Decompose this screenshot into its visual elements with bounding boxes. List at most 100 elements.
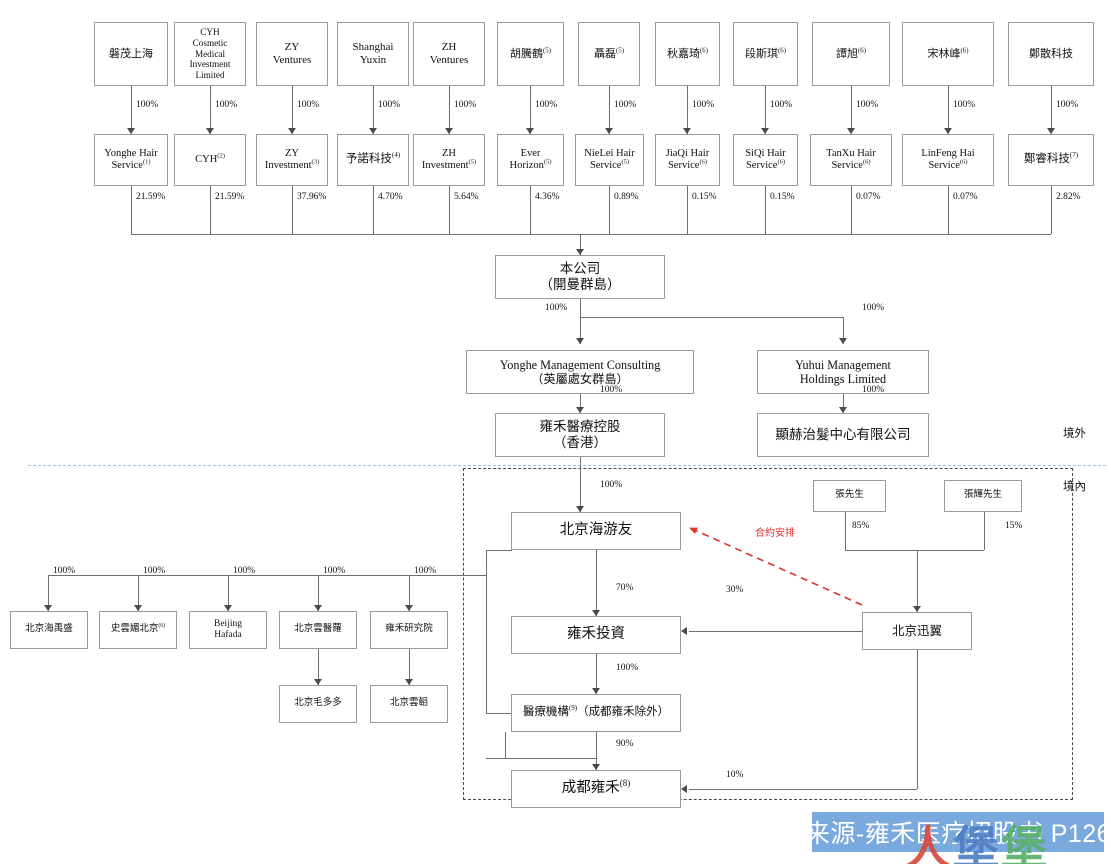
connector-line: [530, 186, 531, 234]
entity-line: Ventures: [272, 54, 312, 66]
entity-box-yonghe-hair-service[interactable]: Yonghe Hair Service(1): [94, 134, 168, 186]
ownership-pct: 2.82%: [1056, 192, 1081, 202]
entity-line: 秋嘉琦: [667, 47, 701, 60]
entity-box-yonghe-management-consulting[interactable]: Yonghe Management Consulting （英屬處女群島）: [466, 350, 694, 394]
entity-line: Investment: [264, 160, 312, 171]
entity-label: 胡騰鶴(5): [500, 47, 561, 61]
entity-box-mr-zhanghui[interactable]: 張輝先生: [944, 480, 1022, 512]
connector-line: [292, 86, 293, 134]
ownership-pct: 100%: [233, 566, 256, 576]
footnote-marker: (5): [468, 158, 477, 166]
ownership-pct: 4.70%: [378, 192, 403, 202]
entity-label: 顯赫治髮中心有限公司: [775, 427, 911, 443]
entity-box-yonghe-research-institute[interactable]: 雍禾研究院: [370, 611, 448, 649]
ownership-pct: 21.59%: [136, 192, 166, 202]
entity-label: 北京迅翼: [891, 623, 942, 638]
entity-box-zh-investment[interactable]: ZH Investment(5): [413, 134, 485, 186]
entity-box-beijing-haiyusheng[interactable]: 北京海禹盛: [10, 611, 88, 649]
entity-box-beijing-maoduoduo[interactable]: 北京毛多多: [279, 685, 357, 723]
entity-box-cyh[interactable]: CYH Cosmetic Medical Investment Limited: [174, 22, 246, 86]
entity-label: 張輝先生: [963, 490, 1002, 501]
entity-box-mr-zhang[interactable]: 張先生: [813, 480, 886, 512]
entity-box-cyh-2[interactable]: CYH(2): [174, 134, 246, 186]
entity-label: 史雲媚北京(6): [102, 623, 174, 635]
entity-line: 本公司: [559, 261, 601, 277]
entity-label: JiaQi Hair Service(6): [658, 148, 717, 173]
entity-box-beijing-yunyimeng[interactable]: 北京雲醫蘿: [279, 611, 357, 649]
entity-box-xianhe-hair-center[interactable]: 顯赫治髮中心有限公司: [757, 413, 929, 457]
entity-label: 醫療機構(9)（成都雍禾除外）: [514, 705, 678, 720]
entity-label: TanXu Hair Service(6): [813, 148, 889, 173]
ownership-pct: 5.64%: [454, 192, 479, 202]
entity-box-zinuo-tech[interactable]: 予諾科技(4): [337, 134, 409, 186]
ownership-pct: 0.07%: [953, 192, 978, 202]
entity-box-jiaqi-hair-service[interactable]: JiaQi Hair Service(6): [655, 134, 720, 186]
entity-line: 鄭睿科技: [1023, 153, 1070, 166]
entity-line: Holdings Limited: [799, 372, 887, 386]
ownership-pct: 15%: [1005, 521, 1023, 531]
entity-box-zh-ventures[interactable]: ZH Ventures: [413, 22, 485, 86]
entity-box-beijing-yunqiao[interactable]: 北京雲韜: [370, 685, 448, 723]
entity-label: 秋嘉琦(6): [658, 47, 717, 61]
entity-box-medical-institutions[interactable]: 醫療機構(9)（成都雍禾除外）: [511, 694, 681, 732]
entity-box-beijing-hafada[interactable]: Beijing Hafada: [189, 611, 267, 649]
ownership-pct: 100%: [297, 100, 320, 110]
connector-line: [210, 186, 211, 234]
connector-line: [1051, 186, 1052, 234]
entity-line: Service: [745, 160, 778, 171]
connector-line: [449, 86, 450, 134]
brand-logo-glyph: 堡: [953, 822, 1001, 864]
connector-line: [609, 186, 610, 234]
entity-box-qiujiaqi[interactable]: 秋嘉琦(6): [655, 22, 720, 86]
entity-line: Shanghai: [352, 41, 394, 54]
connector-arrow: [681, 785, 687, 793]
entity-box-yuhui-management-holdings[interactable]: Yuhui Management Holdings Limited: [757, 350, 929, 394]
entity-line: 聶磊: [594, 47, 617, 60]
entity-box-tanxu-hair-service[interactable]: TanXu Hair Service(6): [810, 134, 892, 186]
entity-box-zhengrui-tech[interactable]: 鄭睿科技(7): [1008, 134, 1094, 186]
entity-box-huteng[interactable]: 胡騰鶴(5): [497, 22, 564, 86]
footnote-marker: (6): [777, 158, 786, 166]
entity-box-beijing-xunyi[interactable]: 北京迅翼: [862, 612, 972, 650]
ownership-pct: 85%: [852, 521, 870, 531]
connector-line: [917, 550, 918, 612]
entity-box-beijing-haiyouyou[interactable]: 北京海游友: [511, 512, 681, 550]
structure-chart-canvas: 磐茂上海 CYH Cosmetic Medical Investment Lim…: [0, 0, 1111, 864]
entity-box-zy-ventures[interactable]: ZY Ventures: [256, 22, 328, 86]
entity-line: 成都雍禾: [561, 780, 620, 797]
entity-box-shiyunwei-beijing[interactable]: 史雲媚北京(6): [99, 611, 177, 649]
entity-box-siqi-hair-service[interactable]: SiQi Hair Service(6): [733, 134, 798, 186]
entity-box-the-company[interactable]: 本公司 （開曼群島）: [495, 255, 665, 299]
entity-box-chengdu-yonghe[interactable]: 成都雍禾(8): [511, 770, 681, 808]
connector-line: [486, 550, 487, 575]
entity-box-songlinfeng[interactable]: 宋林峰(6): [902, 22, 994, 86]
ownership-pct: 100%: [53, 566, 76, 576]
entity-box-tanxu[interactable]: 譚旭(6): [812, 22, 890, 86]
entity-box-zy-investment[interactable]: ZY Investment(3): [256, 134, 328, 186]
connector-line: [765, 86, 766, 134]
entity-label: 聶磊(5): [581, 47, 637, 61]
entity-box-nielei[interactable]: 聶磊(5): [578, 22, 640, 86]
connector-line: [373, 186, 374, 234]
entity-box-ever-horizon[interactable]: Ever Horizon(5): [497, 134, 564, 186]
entity-label: Yonghe Management Consulting （英屬處女群島）: [469, 358, 691, 387]
entity-line: 予諾科技: [345, 153, 392, 166]
entity-box-panmao[interactable]: 磐茂上海: [94, 22, 168, 86]
connector-line: [292, 186, 293, 234]
entity-line: （英屬處女群島）: [531, 372, 629, 386]
entity-label: CYH Cosmetic Medical Investment Limited: [177, 27, 243, 81]
connector-line: [687, 86, 688, 134]
ownership-pct: 100%: [953, 100, 976, 110]
entity-box-linfeng-hai-service[interactable]: LinFeng Hai Service(6): [902, 134, 994, 186]
ownership-pct: 100%: [545, 303, 568, 313]
entity-box-nielei-hair-service[interactable]: NieLei Hair Service(5): [575, 134, 644, 186]
entity-box-zhengsan-tech[interactable]: 鄭散科技: [1008, 22, 1094, 86]
entity-label: 張先生: [835, 490, 864, 501]
ownership-pct: 100%: [136, 100, 159, 110]
entity-box-shanghai-yuxin[interactable]: Shanghai Yuxin: [337, 22, 409, 86]
entity-box-duansiqi[interactable]: 段斯琪(6): [733, 22, 798, 86]
entity-line: （香港）: [553, 435, 607, 450]
entity-box-yonghe-medical-holdings-hk[interactable]: 雍禾醫療控股 （香港）: [495, 413, 665, 457]
entity-line: Service: [928, 160, 960, 171]
entity-box-yonghe-investment[interactable]: 雍禾投資: [511, 616, 681, 654]
